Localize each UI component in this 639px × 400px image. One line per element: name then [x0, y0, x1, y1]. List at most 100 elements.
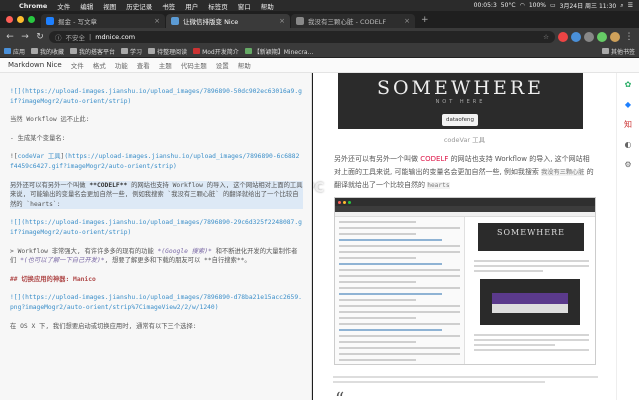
bookmark-folder[interactable]: 我的搭客平台: [70, 47, 115, 56]
security-label[interactable]: 不安全: [66, 32, 86, 42]
close-tab-icon[interactable]: ×: [154, 17, 160, 25]
profile-avatar[interactable]: [610, 31, 620, 42]
tab-codelf[interactable]: 我没有三颗心脏 - CODELF ×: [291, 14, 415, 28]
extension-icon[interactable]: [571, 31, 581, 42]
watermark: PC: [313, 181, 325, 196]
editor-line[interactable]: ![](https://upload-images.jianshu.io/upl…: [10, 218, 303, 237]
menu-view[interactable]: 视图: [98, 1, 121, 11]
preview-pane: SOMEWHERE NOT HERE dataofeng codeVar 工具 …: [313, 73, 616, 400]
preview-hero-image: SOMEWHERE NOT HERE dataofeng: [338, 73, 583, 129]
juejin-favicon-icon: [46, 17, 54, 25]
app-menu: Markdown Nice 文件 格式 功能 查看 主题 代码主题 设置 帮助: [0, 58, 639, 73]
close-tab-icon[interactable]: ×: [279, 17, 285, 25]
bookmarks-bar: 应用 我的收藏 我的搭客平台 学习 待整理阅读 Mod开发简介 【新颖期】Min…: [0, 45, 639, 58]
timer-text[interactable]: 00:05:3: [474, 2, 497, 9]
menu-help[interactable]: 帮助: [238, 60, 251, 70]
codelf-favicon-icon: [296, 17, 304, 25]
menu-people[interactable]: 用户: [180, 1, 203, 11]
editor-line[interactable]: > Workflow 非常强大, 有许许多多的现有的功能 *(Google 搜索…: [10, 247, 303, 266]
inline-code: 我没有三颗心脏: [541, 169, 585, 176]
editor-heading[interactable]: ## 切换应用的神器: Manico: [10, 275, 303, 285]
wechat-copy-icon[interactable]: ✿: [623, 79, 634, 90]
bookmark-link[interactable]: 【新颖期】Minecra...: [244, 47, 313, 56]
menu-help[interactable]: 帮助: [256, 1, 279, 11]
zoom-window-button[interactable]: [28, 16, 35, 23]
menu-file[interactable]: 文件: [52, 1, 75, 11]
clock-text[interactable]: 3月24日 周三 11:30: [560, 1, 617, 10]
theme-icon[interactable]: ◐: [623, 139, 634, 150]
wifi-icon[interactable]: ◠: [520, 2, 525, 9]
url-text[interactable]: mdnice.com: [95, 33, 135, 41]
new-tab-button[interactable]: +: [416, 15, 434, 28]
window-controls: [0, 16, 41, 28]
forward-icon[interactable]: →: [19, 31, 31, 43]
tab-mdnice[interactable]: 让微信排版变 Nice ×: [166, 14, 290, 28]
menu-bookmarks[interactable]: 书签: [157, 1, 180, 11]
zhihu-copy-icon[interactable]: 知: [623, 119, 634, 130]
extension-icon[interactable]: [558, 31, 568, 42]
close-tab-icon[interactable]: ×: [404, 17, 410, 25]
mdnice-favicon-icon: [171, 17, 179, 25]
preview-paragraph: 另外还可以有另外一个叫做 CODELF 的网站也支持 Workflow 的导入,…: [334, 155, 594, 189]
search-icon[interactable]: ⌕: [620, 2, 623, 10]
menu-tab[interactable]: 标签页: [203, 1, 233, 11]
codelf-link[interactable]: CODELF: [420, 155, 448, 163]
extension-icon[interactable]: [584, 31, 594, 42]
control-center-icon[interactable]: ☰: [628, 2, 633, 9]
hero-subtitle: NOT HERE: [435, 99, 486, 105]
preview-sidebar: ✿ ◆ 知 ◐ ⚙: [616, 73, 639, 400]
menu-history[interactable]: 历史记录: [121, 1, 157, 11]
bookmark-folder[interactable]: 待整理阅读: [148, 47, 187, 56]
close-window-button[interactable]: [6, 16, 13, 23]
battery-text[interactable]: 100%: [529, 2, 546, 9]
menubar: Chrome 文件 编辑 视图 历史记录 书签 用户 标签页 窗口 帮助 00:…: [0, 0, 639, 11]
reload-icon[interactable]: ↻: [34, 31, 46, 43]
editor-line[interactable]: ![](https://upload-images.jianshu.io/upl…: [10, 87, 303, 106]
folder-icon: [601, 48, 609, 54]
markdown-editor[interactable]: ![](https://upload-images.jianshu.io/upl…: [0, 73, 312, 400]
menu-settings[interactable]: 设置: [216, 60, 229, 70]
dot-icon: [348, 200, 351, 204]
address-bar[interactable]: ⓘ 不安全 | mdnice.com ☆: [49, 30, 555, 43]
menu-edit[interactable]: 编辑: [75, 1, 98, 11]
menu-app-chrome[interactable]: Chrome: [14, 2, 52, 10]
editor-line[interactable]: - 生成某个变量名:: [10, 134, 303, 144]
menu-view[interactable]: 查看: [137, 60, 150, 70]
editor-line[interactable]: 当然 Workflow 远不止此:: [10, 115, 303, 125]
menu-theme[interactable]: 主题: [159, 60, 172, 70]
bookmark-link[interactable]: Mod开发简介: [193, 47, 239, 56]
menu-file[interactable]: 文件: [71, 60, 84, 70]
minimize-window-button[interactable]: [17, 16, 24, 23]
bookmark-folder[interactable]: 我的收藏: [31, 47, 64, 56]
tab-title: 让微信排版变 Nice: [183, 18, 239, 26]
folder-icon: [31, 48, 39, 54]
back-icon[interactable]: ←: [4, 31, 16, 43]
more-menu-icon[interactable]: ⋮: [623, 31, 635, 43]
other-bookmarks[interactable]: 其他书签: [601, 47, 635, 56]
settings-icon[interactable]: ⚙: [623, 159, 634, 170]
tab-title: 掘金 - 写文章: [58, 18, 97, 26]
menu-format[interactable]: 格式: [93, 60, 106, 70]
battery-icon[interactable]: ▭: [550, 2, 556, 9]
bookmark-folder[interactable]: 学习: [121, 47, 142, 56]
app-brand[interactable]: Markdown Nice: [8, 61, 62, 69]
screenshot-preview: SOMEWHERE: [466, 217, 595, 364]
tab-strip: 掘金 - 写文章 × 让微信排版变 Nice × 我没有三颗心脏 - CODEL…: [0, 11, 639, 28]
extension-icon[interactable]: [597, 31, 607, 42]
editor-line[interactable]: ![](https://upload-images.jianshu.io/upl…: [10, 293, 303, 312]
blockquote-mark: “: [335, 389, 345, 400]
temperature-text[interactable]: 50°C: [501, 2, 516, 9]
warning-icon[interactable]: ⓘ: [55, 32, 62, 42]
bookmark-star-icon[interactable]: ☆: [543, 33, 549, 41]
bookmark-apps[interactable]: 应用: [4, 47, 25, 56]
editor-line[interactable]: 在 OS X 下, 我们想要启动或切换应用时, 通常有以下三个选择:: [10, 322, 303, 332]
editor-line[interactable]: 另外还可以有另外一个叫做 **CODELF** 的网站也支持 Workflow …: [10, 180, 303, 210]
inline-code: hearts: [427, 182, 450, 189]
menu-code-theme[interactable]: 代码主题: [181, 60, 207, 70]
tab-juejin[interactable]: 掘金 - 写文章 ×: [41, 14, 165, 28]
dot-icon: [343, 200, 346, 204]
menu-window[interactable]: 窗口: [233, 1, 256, 11]
menu-function[interactable]: 功能: [115, 60, 128, 70]
editor-line[interactable]: ![codeVar 工具](https://upload-images.jian…: [10, 152, 303, 171]
juejin-copy-icon[interactable]: ◆: [623, 99, 634, 110]
